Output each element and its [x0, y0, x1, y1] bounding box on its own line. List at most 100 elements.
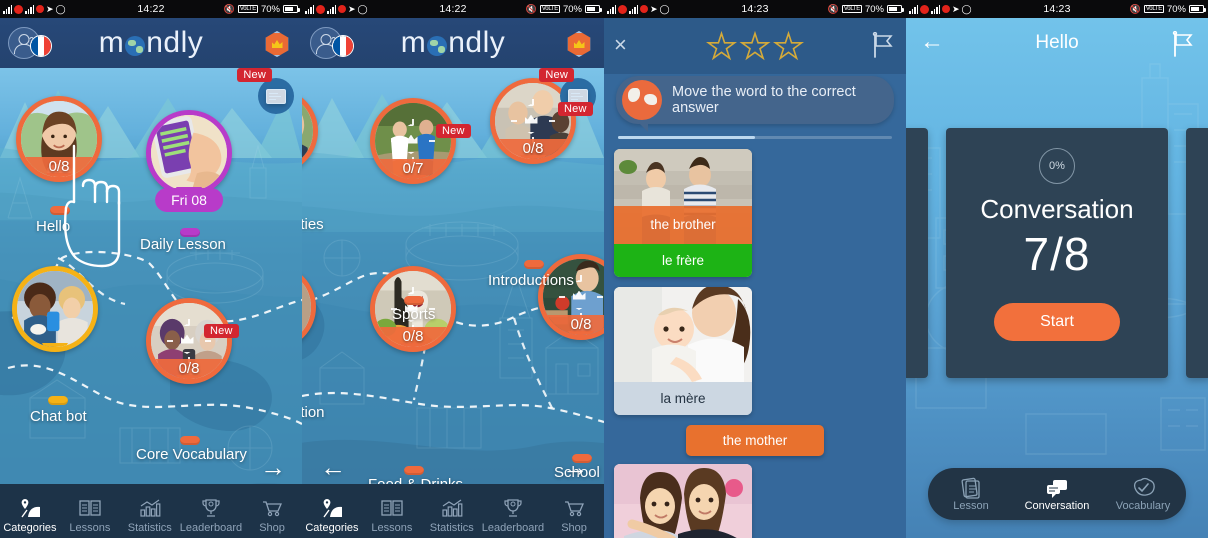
category-map[interactable]: New rities — [302, 68, 604, 538]
tab-shop[interactable]: Shop — [544, 496, 604, 538]
pin-bubble — [146, 110, 232, 196]
pin-bubble — [302, 88, 318, 174]
next-page-arrow[interactable]: → — [562, 454, 588, 480]
new-badge-certificate: New — [237, 68, 272, 82]
pin-fraction: 0/8 — [543, 315, 604, 335]
card-fraction: 7/8 — [1023, 228, 1091, 280]
pin-fraction: 0/8 — [375, 327, 451, 347]
status-time: 14:23 — [741, 3, 769, 15]
pin-core-vocabulary[interactable]: 0/8 — [146, 298, 232, 384]
pin-bubble — [302, 264, 316, 350]
bar-chart-icon — [120, 496, 180, 520]
card-title: Conversation — [980, 194, 1134, 224]
category-map[interactable]: New 0/8 Hello Fri 08 Daily Lesson Chat b… — [0, 68, 302, 538]
card-answer: le frère — [614, 243, 752, 277]
hand-pointer-icon — [63, 144, 121, 268]
app-logo: m ndly — [98, 26, 204, 59]
pin-daily-lesson[interactable]: Fri 08 — [146, 110, 232, 212]
star-icon: ★ — [772, 28, 804, 66]
tab-label: Lessons — [69, 522, 111, 534]
start-button[interactable]: Start — [994, 303, 1120, 341]
pin-dot-core-vocabulary — [180, 436, 200, 445]
pin-photo — [151, 115, 227, 191]
pin-dot-food-and-drinks — [404, 466, 424, 475]
tab-statistics[interactable]: Statistics — [422, 496, 482, 538]
pin-label-sports: Sports — [392, 306, 436, 323]
answer-card-grid: the brother le frère la mère — [604, 139, 906, 415]
globe-icon — [427, 36, 448, 56]
carousel-card-next[interactable] — [1186, 128, 1208, 378]
instruction-bubble: Move the word to the correct answer — [616, 76, 894, 132]
premium-crown-button[interactable] — [564, 29, 594, 59]
tab-vocabulary[interactable]: Vocabulary — [1100, 477, 1186, 512]
tab-shop[interactable]: Shop — [242, 496, 302, 538]
pin-fraction: 0/7 — [375, 159, 451, 179]
lock-crown-icon — [511, 99, 555, 143]
app-bar: ? m ndly — [0, 18, 302, 68]
certificate-badge-button[interactable] — [258, 78, 294, 114]
card-image — [614, 463, 752, 538]
tab-categories[interactable]: Categories — [302, 496, 362, 538]
globe-icon — [125, 36, 146, 56]
tab-leaderboard[interactable]: Leaderboard — [180, 496, 242, 538]
app-bar: ? m ndly — [302, 18, 604, 68]
conversation-screen: ← Hello 0% Conversation 7/8 Start Lesson… — [906, 18, 1208, 538]
tab-label: Statistics — [127, 522, 172, 534]
tab-label: Shop — [259, 522, 285, 534]
pin-partial-left-2[interactable] — [302, 264, 316, 350]
back-arrow-icon[interactable]: ← — [920, 30, 944, 54]
tab-lesson[interactable]: Lesson — [928, 477, 1014, 512]
card-image — [614, 286, 752, 382]
cart-icon — [544, 496, 604, 520]
flag-icon[interactable] — [1172, 30, 1194, 57]
trophy-icon — [180, 496, 242, 520]
panel-categories-map-2: ➤ ◯ 14:22 🔇 VoLTE 70% ? m ndly New ties … — [302, 0, 604, 538]
answer-card[interactable]: la mère — [614, 286, 752, 415]
lock-crown-icon — [391, 119, 435, 163]
next-page-arrow[interactable]: → — [260, 454, 286, 480]
page-title: Hello — [1035, 32, 1079, 53]
pin-sports[interactable]: 0/7 — [370, 98, 456, 184]
book-icon — [60, 496, 120, 520]
tab-statistics[interactable]: Statistics — [120, 496, 180, 538]
completion-percent-badge: 0% — [1039, 148, 1075, 184]
exercise-header: × ★ ★ ★ — [604, 18, 906, 74]
two-sisters-photo — [614, 463, 752, 538]
status-bar: ➤ ◯ 14:23 🔇 VoLTE 70% — [604, 0, 906, 18]
pin-partial-left[interactable] — [302, 88, 318, 174]
pin-pill-date: Fri 08 — [155, 188, 223, 212]
card-answer: la mère — [614, 381, 752, 415]
tab-leaderboard[interactable]: Leaderboard — [482, 496, 544, 538]
panel-conversation: ➤ ◯ 14:23 🔇 VoLTE 70% ← Hello 0% Convers… — [906, 0, 1208, 538]
tab-conversation[interactable]: Conversation — [1014, 477, 1100, 512]
bar-chart-icon — [422, 496, 482, 520]
tab-categories[interactable]: Categories — [0, 496, 60, 538]
map-pin-icon — [302, 496, 362, 520]
profile-button[interactable]: ? — [8, 27, 60, 59]
status-time: 14:22 — [137, 3, 165, 15]
app-logo: m ndly — [400, 26, 506, 59]
profile-button[interactable]: ? — [310, 27, 362, 59]
tab-label: Categories — [305, 522, 359, 534]
flag-icon[interactable] — [872, 31, 894, 58]
tab-lessons[interactable]: Lessons — [362, 496, 422, 538]
premium-crown-button[interactable] — [262, 29, 292, 59]
exercise-screen: × ★ ★ ★ Move the word to the correct ans… — [604, 18, 906, 538]
screenshot-stage: ➤ ◯ 14:22 🔇 VoLTE 70% ? m ndly New 0/8 H… — [0, 0, 1208, 538]
tab-lessons[interactable]: Lessons — [60, 496, 120, 538]
pin-chat-bot[interactable] — [12, 266, 98, 352]
tab-label: Vocabulary — [1115, 499, 1171, 512]
pin-label-introductions: Introductions — [488, 272, 574, 289]
answer-card[interactable]: the brother le frère — [614, 148, 752, 277]
tab-label: Leaderboard — [179, 522, 243, 534]
pin-bubble — [12, 266, 98, 352]
status-bar: ➤ ◯ 14:22 🔇 VoLTE 70% — [302, 0, 604, 18]
prev-page-arrow[interactable]: ← — [320, 454, 346, 480]
lock-crown-icon — [167, 319, 211, 363]
battery-icon — [283, 5, 300, 13]
pin-school[interactable]: 0/8 — [538, 254, 604, 340]
carousel-card-prev[interactable] — [906, 128, 928, 378]
answer-card[interactable]: la sœur — [614, 463, 752, 538]
draggable-word[interactable]: the mother — [686, 424, 824, 456]
card-image: the brother — [614, 148, 752, 244]
